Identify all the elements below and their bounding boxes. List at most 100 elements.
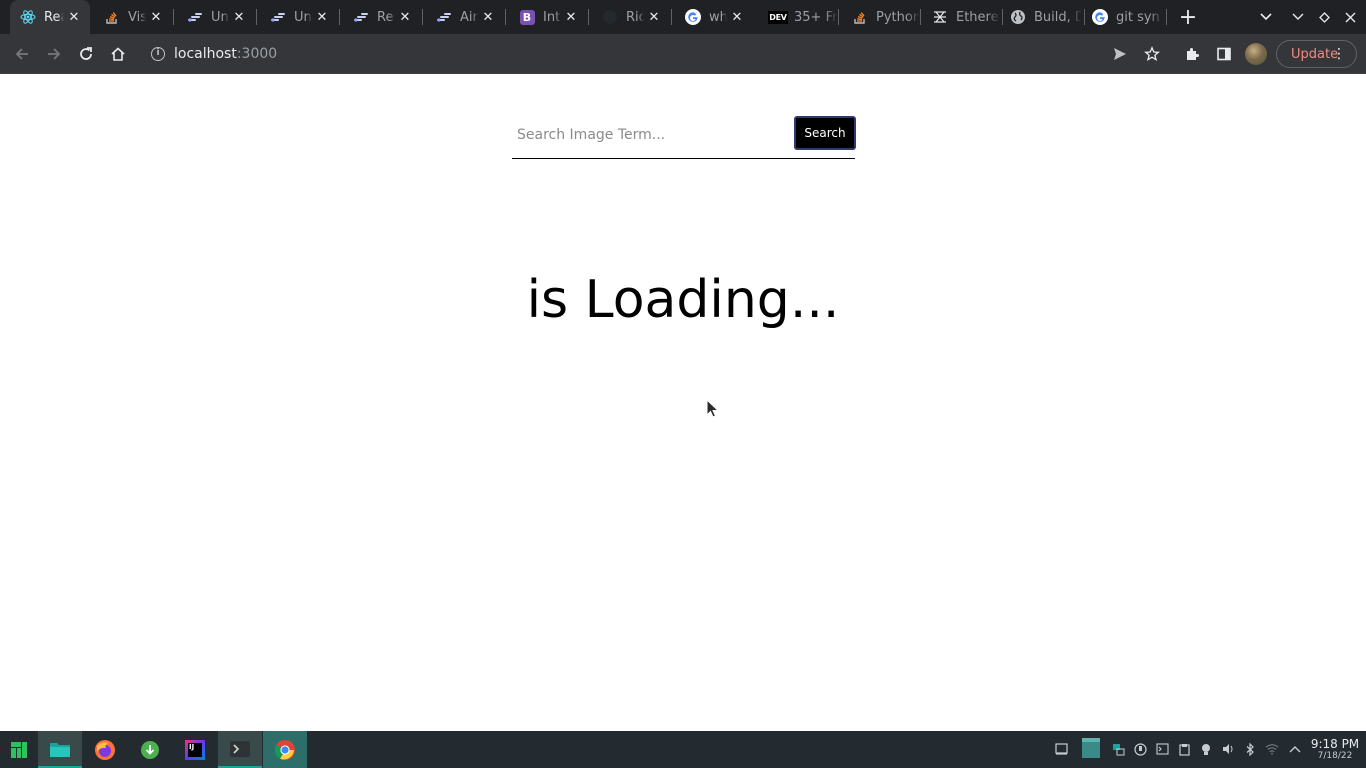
intellij-button[interactable]: IJ <box>173 731 217 768</box>
clock-time: 9:18 PM <box>1310 737 1360 751</box>
tab-airl[interactable]: Airl ✕ <box>426 0 504 34</box>
globe-icon <box>1010 9 1026 25</box>
tab-python[interactable]: Python <box>842 0 920 34</box>
clipboard-icon[interactable] <box>1177 742 1191 756</box>
update-button[interactable]: Update ⋮ <box>1276 40 1357 68</box>
close-icon[interactable]: ✕ <box>312 10 332 25</box>
tab-search-button[interactable] <box>1253 0 1279 34</box>
show-desktop-icon[interactable] <box>1054 742 1068 756</box>
tab-intr[interactable]: B Intr ✕ <box>509 0 587 34</box>
close-icon[interactable]: ✕ <box>478 10 498 25</box>
tab-title: Unt <box>211 9 229 25</box>
reload-icon <box>80 47 92 60</box>
close-icon[interactable]: ✕ <box>395 10 415 25</box>
search-button[interactable]: Search <box>794 116 856 150</box>
console-icon[interactable] <box>1155 742 1169 756</box>
tab-visi[interactable]: Visi ✕ <box>94 0 172 34</box>
tab-title: git syn <box>1116 9 1160 25</box>
tab-react[interactable]: Rea ✕ <box>10 0 90 34</box>
chrome-button[interactable] <box>263 731 307 768</box>
tab-separator <box>256 9 257 25</box>
search-input[interactable] <box>512 115 790 155</box>
tab-google-wh[interactable]: wh ✕ <box>675 0 753 34</box>
url-host: localhost <box>174 46 237 62</box>
avatar[interactable] <box>1245 43 1267 65</box>
terminal-button[interactable] <box>218 731 262 768</box>
github-icon <box>270 9 286 25</box>
address-bar[interactable]: i localhost:3000 <box>140 38 1140 70</box>
manjaro-menu-button[interactable] <box>0 731 38 768</box>
search-form: Search <box>512 115 856 159</box>
file-manager-button[interactable] <box>38 731 82 768</box>
download-manager-button[interactable] <box>128 731 172 768</box>
volume-icon[interactable] <box>1221 742 1235 756</box>
home-icon <box>111 47 125 61</box>
close-icon[interactable]: ✕ <box>146 10 166 25</box>
tab-rio[interactable]: Rio ✕ <box>592 0 670 34</box>
close-icon[interactable]: ✕ <box>644 10 664 25</box>
download-manager-icon <box>141 740 159 759</box>
tab-res[interactable]: Res ✕ <box>343 0 421 34</box>
clock[interactable]: 9:18 PM 7/18/22 <box>1308 737 1362 762</box>
tab-ethereum[interactable]: Ethere <box>922 0 1000 34</box>
bootstrap-icon: B <box>519 9 535 25</box>
close-icon[interactable]: ✕ <box>727 10 747 25</box>
firefox-button[interactable] <box>83 731 127 768</box>
tab-title: Intr <box>543 9 561 25</box>
close-window-button[interactable] <box>1337 0 1363 34</box>
google-icon <box>685 9 701 25</box>
back-button[interactable] <box>6 38 38 70</box>
side-panel-icon <box>1217 47 1231 61</box>
lightbulb-icon[interactable] <box>1199 742 1213 756</box>
close-icon[interactable]: ✕ <box>229 10 249 25</box>
puzzle-icon <box>1187 48 1199 60</box>
bluetooth-icon[interactable] <box>1243 742 1257 756</box>
chrome-icon <box>274 739 295 760</box>
minimize-button[interactable] <box>1285 0 1311 34</box>
clock-date: 7/18/22 <box>1317 751 1353 761</box>
star-icon <box>1144 46 1160 61</box>
tab-untitled-2[interactable]: Unt ✕ <box>260 0 338 34</box>
tab-title: Res <box>377 9 395 25</box>
minimize-icon <box>1292 13 1304 20</box>
tab-separator <box>173 9 174 25</box>
ethereum-icon <box>932 9 948 25</box>
new-tab-button[interactable]: + <box>1175 0 1201 34</box>
tab-separator <box>1166 9 1167 25</box>
tab-separator <box>339 9 340 25</box>
tab-git-sync[interactable]: git syn <box>1082 0 1164 34</box>
close-icon[interactable]: ✕ <box>64 10 84 25</box>
tab-title: wh <box>709 9 727 25</box>
reload-button[interactable] <box>70 38 102 70</box>
tab-untitled-1[interactable]: Unt ✕ <box>177 0 255 34</box>
send-tab-button[interactable] <box>1104 38 1136 70</box>
tab-build[interactable]: Build, D <box>1000 0 1082 34</box>
stackoverflow-icon <box>104 9 120 25</box>
file-manager-icon <box>50 742 70 757</box>
google-icon <box>1092 9 1108 25</box>
bookmark-button[interactable] <box>1136 38 1168 70</box>
network-manager-icon[interactable] <box>1111 742 1125 756</box>
chevron-up-icon[interactable] <box>1288 742 1302 756</box>
arrow-left-icon <box>15 48 28 60</box>
firefox-icon <box>95 739 115 760</box>
pager-icon[interactable] <box>1082 738 1100 758</box>
maximize-icon <box>1318 11 1330 23</box>
extensions-button[interactable] <box>1176 38 1208 70</box>
maximize-button[interactable] <box>1311 0 1337 34</box>
tab-title: Visi <box>128 9 146 25</box>
info-icon[interactable]: i <box>151 47 165 61</box>
close-icon[interactable]: ✕ <box>561 10 581 25</box>
update-notifier-icon[interactable] <box>1133 742 1147 756</box>
browser-toolbar: i localhost:3000 Update ⋮ <box>0 34 1366 74</box>
github-icon <box>353 9 369 25</box>
tab-title: Python <box>876 9 920 25</box>
mouse-cursor-icon <box>706 399 720 418</box>
tab-dev[interactable]: DEV 35+ Fre <box>758 0 838 34</box>
tab-title: Rio <box>626 9 644 25</box>
home-button[interactable] <box>102 38 134 70</box>
side-panel-button[interactable] <box>1208 38 1240 70</box>
send-icon <box>1114 48 1126 60</box>
forward-button[interactable] <box>38 38 70 70</box>
wifi-icon[interactable] <box>1265 742 1279 756</box>
